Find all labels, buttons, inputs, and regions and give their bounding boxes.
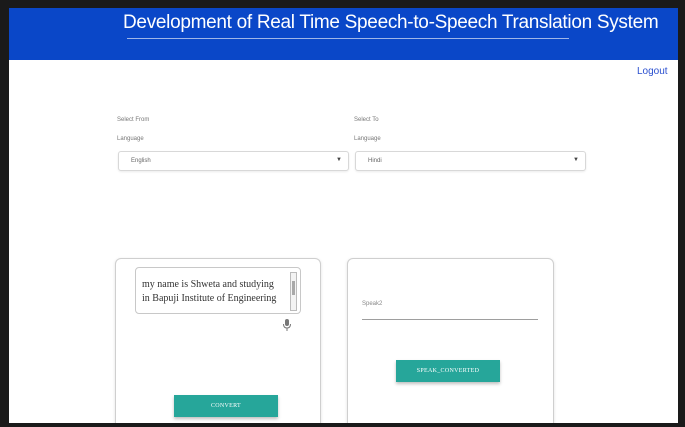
input-card: my name is Shweta and studying in Bapuji… <box>115 258 321 423</box>
header-bar: Development of Real Time Speech-to-Speec… <box>9 8 678 60</box>
scroll-thumb[interactable] <box>292 281 295 295</box>
to-label-line1: Select To <box>354 117 379 123</box>
to-language-value: Hindi <box>368 158 382 164</box>
output-card: Speak2 SPEAK_CONVERTED <box>347 258 554 423</box>
app-window: Development of Real Time Speech-to-Speec… <box>9 8 678 423</box>
textarea-scrollbar[interactable] <box>290 272 297 311</box>
source-text-line2: in Bapuji Institute of Engineering <box>142 293 277 304</box>
source-text-area[interactable]: my name is Shweta and studying in Bapuji… <box>135 267 301 314</box>
convert-button[interactable]: CONVERT <box>174 395 278 417</box>
source-text: my name is Shweta and studying in Bapuji… <box>142 278 282 306</box>
dropdown-arrow-icon: ▼ <box>336 157 342 163</box>
to-label-line2: Language <box>354 136 381 142</box>
to-language-select[interactable]: Hindi ▼ <box>355 151 586 171</box>
dropdown-arrow-icon: ▼ <box>573 157 579 163</box>
speak-input-underline[interactable] <box>362 319 538 320</box>
source-text-line1: my name is Shweta and studying <box>142 279 274 290</box>
speak-converted-button[interactable]: SPEAK_CONVERTED <box>396 360 500 382</box>
speak-input-placeholder: Speak2 <box>362 301 383 307</box>
microphone-icon[interactable] <box>282 318 292 332</box>
from-label-line1: Select From <box>117 117 150 123</box>
logout-link[interactable]: Logout <box>637 66 668 77</box>
from-language-value: English <box>131 158 151 164</box>
title-underline <box>127 38 569 39</box>
from-language-select[interactable]: English ▼ <box>118 151 349 171</box>
page-title: Development of Real Time Speech-to-Speec… <box>123 12 659 33</box>
from-label-line2: Language <box>117 136 144 142</box>
